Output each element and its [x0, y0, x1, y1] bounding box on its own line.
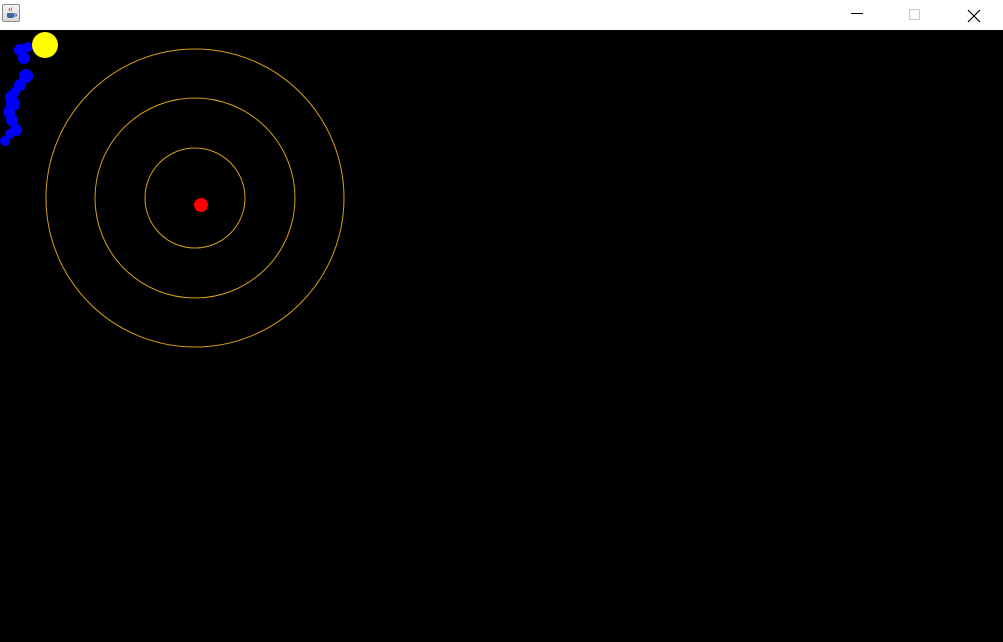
red-dot	[194, 198, 208, 212]
close-icon	[967, 9, 981, 23]
game-canvas[interactable]	[0, 30, 1003, 642]
java-coffee-cup-icon[interactable]	[2, 4, 20, 22]
orbit-ring-outer	[45, 48, 345, 348]
orbit-ring-inner	[144, 147, 246, 249]
title-bar[interactable]	[0, 0, 1003, 30]
trail-dot	[23, 42, 33, 52]
minimize-button[interactable]	[828, 0, 886, 30]
trail-dot	[18, 52, 30, 64]
close-button[interactable]	[944, 0, 1002, 30]
maximize-icon	[909, 9, 920, 20]
maximize-button[interactable]	[886, 0, 944, 30]
minimize-icon	[851, 13, 863, 14]
yellow-ball[interactable]	[32, 32, 58, 58]
blue-trail	[0, 42, 33, 146]
application-window	[0, 0, 1003, 642]
orbit-ring-middle	[94, 97, 296, 299]
trail-dot	[0, 136, 10, 146]
scene-drawing	[0, 32, 345, 348]
